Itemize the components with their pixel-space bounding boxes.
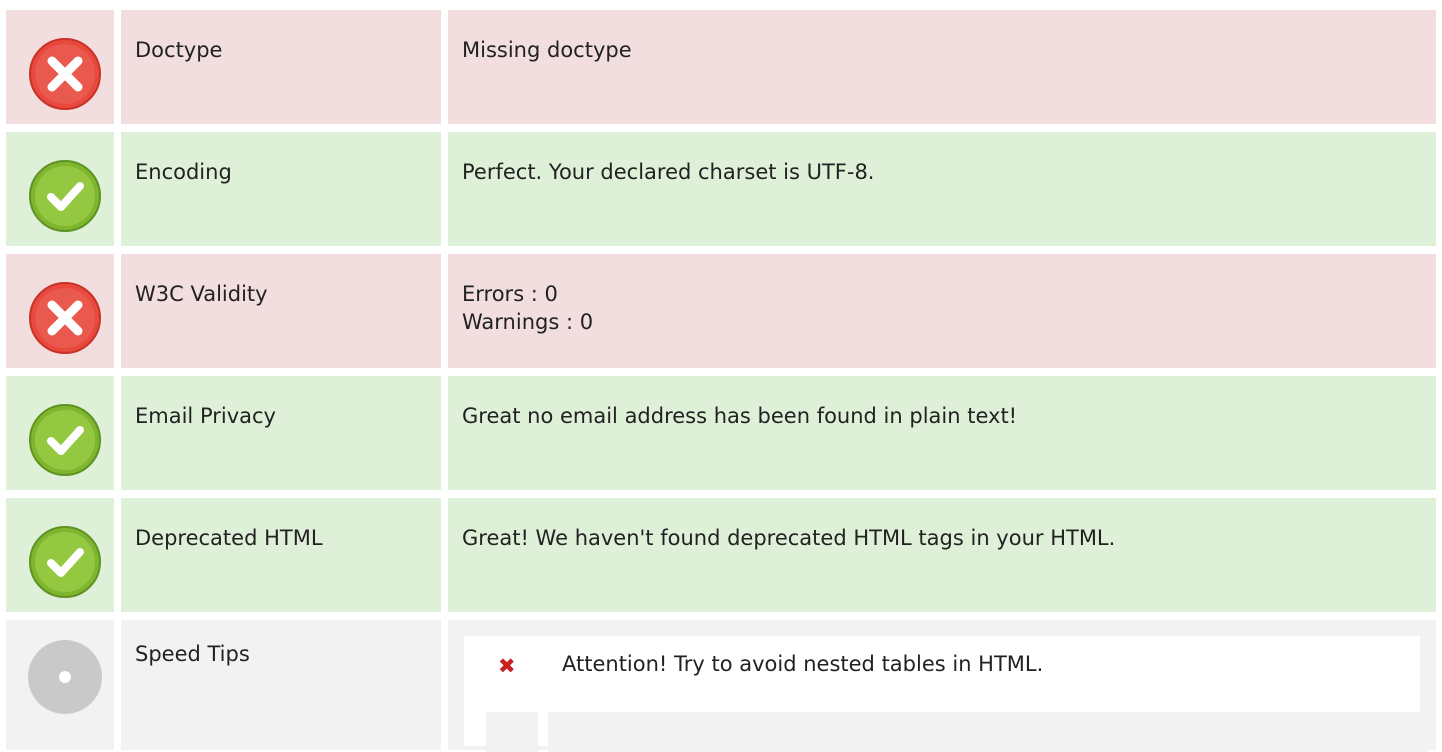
cross-mark-icon: ✖ — [498, 654, 516, 678]
row-value: Perfect. Your declared charset is UTF-8. — [462, 158, 874, 186]
row-value: Great! We haven't found deprecated HTML … — [462, 524, 1115, 552]
speed-tips-panel: ✖ Attention! Try to avoid nested tables … — [464, 636, 1428, 752]
check-icon — [28, 159, 102, 233]
row-label: Encoding — [135, 160, 232, 184]
row-doctype: Doctype Missing doctype — [0, 10, 1442, 124]
check-icon — [28, 403, 102, 477]
row-encoding: Encoding Perfect. Your declared charset … — [0, 132, 1442, 246]
value-line: Perfect. Your declared charset is UTF-8. — [462, 160, 875, 184]
row-w3c-validity: W3C Validity Errors : 0 Warnings : 0 — [0, 254, 1442, 368]
row-label: Email Privacy — [135, 404, 276, 428]
row-label: Speed Tips — [135, 642, 250, 666]
row-value: Errors : 0 Warnings : 0 — [462, 280, 593, 336]
check-icon — [28, 525, 102, 599]
speed-tip-text: Attention! Try to avoid nested tables in… — [562, 652, 1044, 676]
row-speed-tips: Speed Tips ✖ Attention! Try to avoid nes… — [0, 620, 1442, 752]
nested-cell-right — [548, 712, 1428, 752]
value-line: Great no email address has been found in… — [462, 404, 1018, 428]
value-line: Great! We haven't found deprecated HTML … — [462, 526, 1116, 550]
error-x-icon — [28, 37, 102, 111]
row-label: Deprecated HTML — [135, 526, 323, 550]
row-value: Missing doctype — [462, 36, 632, 64]
row-email-privacy: Email Privacy Great no email address has… — [0, 376, 1442, 490]
value-line-warnings: Warnings : 0 — [462, 310, 594, 334]
value-line: Missing doctype — [462, 38, 632, 62]
row-label: Doctype — [135, 38, 223, 62]
nested-cell-left — [486, 712, 538, 752]
row-deprecated-html: Deprecated HTML Great! We haven't found … — [0, 498, 1442, 612]
neutral-dot-icon — [28, 640, 102, 714]
error-x-icon — [28, 281, 102, 355]
value-line-errors: Errors : 0 — [462, 282, 558, 306]
row-value: Great no email address has been found in… — [462, 402, 1017, 430]
row-label: W3C Validity — [135, 282, 268, 306]
